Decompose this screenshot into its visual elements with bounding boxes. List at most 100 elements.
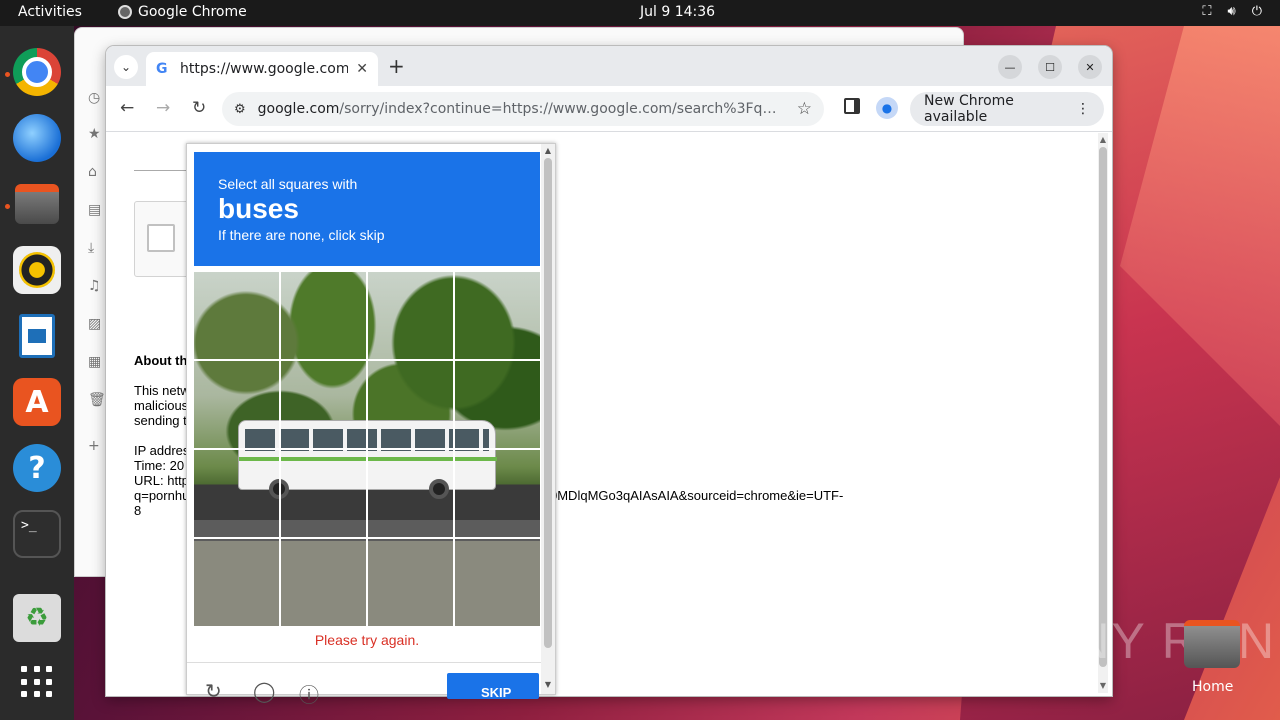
running-indicator [5, 72, 10, 77]
dock-terminal[interactable]: >_ [13, 510, 61, 558]
app-menu[interactable]: Google Chrome [118, 4, 247, 20]
back-button[interactable]: ← [120, 98, 134, 118]
captcha-instruction: Select all squares with [218, 176, 358, 192]
close-icon: ✕ [1085, 60, 1095, 74]
tab-title: https://www.google.com [180, 61, 349, 77]
pictures-icon[interactable]: ▨ [88, 316, 104, 332]
captcha-tile[interactable] [368, 272, 453, 359]
captcha-tile[interactable] [455, 539, 540, 626]
thunderbird-icon [13, 114, 61, 162]
close-window-button[interactable]: ✕ [1078, 55, 1102, 79]
minimize-button[interactable]: — [998, 55, 1022, 79]
music-icon[interactable]: ♫ [88, 278, 104, 294]
captcha-tile[interactable] [194, 272, 279, 359]
captcha-challenge: Select all squares with buses If there a… [186, 143, 556, 707]
scroll-down-icon[interactable]: ▼ [1098, 681, 1108, 690]
captcha-footer: ↻ ◯ ⓘ SKIP [187, 662, 555, 707]
address-url[interactable]: google.com/sorry/index?continue=https://… [258, 101, 785, 117]
home-folder-icon[interactable] [1184, 620, 1240, 668]
videos-icon[interactable]: ▦ [88, 354, 104, 370]
close-tab-icon[interactable]: ✕ [356, 61, 368, 77]
dock-trash[interactable]: ♻ [13, 594, 61, 642]
address-bar[interactable]: ⚙ google.com/sorry/index?continue=https:… [222, 92, 824, 126]
system-tray[interactable]: ⛶ 🔊︎ ⏻ [1202, 4, 1262, 19]
captcha-tile[interactable] [194, 539, 279, 626]
files-icon [15, 184, 59, 224]
captcha-tile[interactable] [281, 539, 366, 626]
google-favicon-icon: G [156, 61, 168, 77]
dock-files[interactable] [13, 180, 61, 228]
bus-image [281, 450, 366, 499]
dock-chrome[interactable] [13, 48, 61, 96]
recaptcha-checkbox[interactable] [147, 224, 175, 252]
running-indicator [5, 204, 10, 209]
terminal-icon: >_ [21, 518, 37, 533]
kebab-menu-icon: ⋮ [1076, 101, 1090, 117]
clock[interactable]: Jul 9 14:36 [640, 4, 715, 20]
bookmark-star-icon[interactable]: ☆ [797, 99, 812, 119]
captcha-tile[interactable] [368, 539, 453, 626]
captcha-tile[interactable] [281, 361, 366, 448]
captcha-tile[interactable] [455, 272, 540, 359]
scroll-up-icon[interactable]: ▲ [1098, 135, 1108, 144]
scroll-down-icon[interactable]: ▼ [541, 680, 555, 689]
top-bar: Activities Google Chrome Jul 9 14:36 ⛶ 🔊… [0, 0, 1280, 26]
writer-icon [19, 314, 55, 358]
captcha-tile[interactable] [194, 361, 279, 448]
captcha-header: Select all squares with buses If there a… [194, 152, 540, 266]
side-panel-icon[interactable] [844, 98, 860, 114]
url-text: 0MDlqMGo3qAIAsAIA&sourceid=chrome&ie=UTF… [550, 488, 844, 503]
add-location-icon[interactable]: + [88, 438, 104, 454]
captcha-tile[interactable] [281, 272, 366, 359]
dock-help[interactable]: ? [13, 444, 61, 492]
update-chrome-button[interactable]: New Chrome available ⋮ [910, 92, 1104, 126]
update-label: New Chrome available [924, 93, 1014, 125]
scroll-up-icon[interactable]: ▲ [541, 146, 555, 155]
info-icon[interactable]: ⓘ [299, 679, 319, 708]
info-text: sending t [134, 413, 187, 428]
profile-avatar-icon[interactable]: ● [876, 97, 898, 119]
tab-google-sorry[interactable]: G https://www.google.com ✕ [146, 52, 378, 86]
audio-challenge-icon[interactable]: ◯ [253, 679, 275, 703]
maximize-button[interactable]: ☐ [1038, 55, 1062, 79]
home-label: Home [1192, 679, 1234, 695]
captcha-tile[interactable] [281, 450, 366, 537]
bus-image [368, 420, 453, 448]
volume-icon: 🔊︎ [1227, 4, 1236, 19]
app-center-icon: A [25, 384, 49, 420]
dock-app-center[interactable]: A [13, 378, 61, 426]
scroll-thumb[interactable] [544, 158, 552, 648]
scroll-thumb[interactable] [1099, 147, 1107, 667]
captcha-tile[interactable] [194, 450, 279, 537]
dock-writer[interactable] [13, 312, 61, 360]
forward-button[interactable]: → [156, 98, 170, 118]
activities-button[interactable]: Activities [18, 4, 82, 20]
tab-search-button[interactable]: ⌄ [114, 55, 138, 79]
documents-icon[interactable]: ▤ [88, 202, 104, 218]
captcha-scrollbar[interactable]: ▲ ▼ [541, 144, 555, 694]
page-scrollbar[interactable]: ▲ ▼ [1098, 133, 1108, 693]
new-tab-button[interactable]: + [388, 54, 405, 78]
help-icon: ? [28, 450, 46, 486]
captcha-tile[interactable] [455, 450, 540, 537]
captcha-tile[interactable] [368, 361, 453, 448]
recent-icon[interactable]: ◷ [88, 90, 104, 106]
dock-rhythmbox[interactable] [13, 246, 61, 294]
site-info-icon[interactable]: ⚙ [234, 102, 246, 117]
show-apps-icon[interactable] [21, 666, 53, 698]
captcha-tile[interactable] [368, 450, 453, 537]
downloads-icon[interactable]: ⤓ [88, 240, 104, 256]
bus-image [238, 420, 279, 448]
dock-thunderbird[interactable] [13, 114, 61, 162]
anyrun-watermark: ANY RUN [1038, 613, 1277, 669]
home-folder-icon[interactable]: ⌂ [88, 164, 104, 180]
reload-button[interactable]: ↻ [192, 98, 206, 118]
about-heading: About th [134, 353, 188, 368]
minimize-icon: — [1004, 60, 1016, 74]
starred-icon[interactable]: ★ [88, 126, 104, 142]
reload-challenge-icon[interactable]: ↻ [205, 679, 222, 703]
trash-folder-icon[interactable]: 🗑︎ [88, 392, 106, 408]
url-text: q=pornhu [134, 488, 190, 503]
captcha-tile[interactable] [455, 361, 540, 448]
skip-button[interactable]: SKIP [447, 673, 539, 700]
